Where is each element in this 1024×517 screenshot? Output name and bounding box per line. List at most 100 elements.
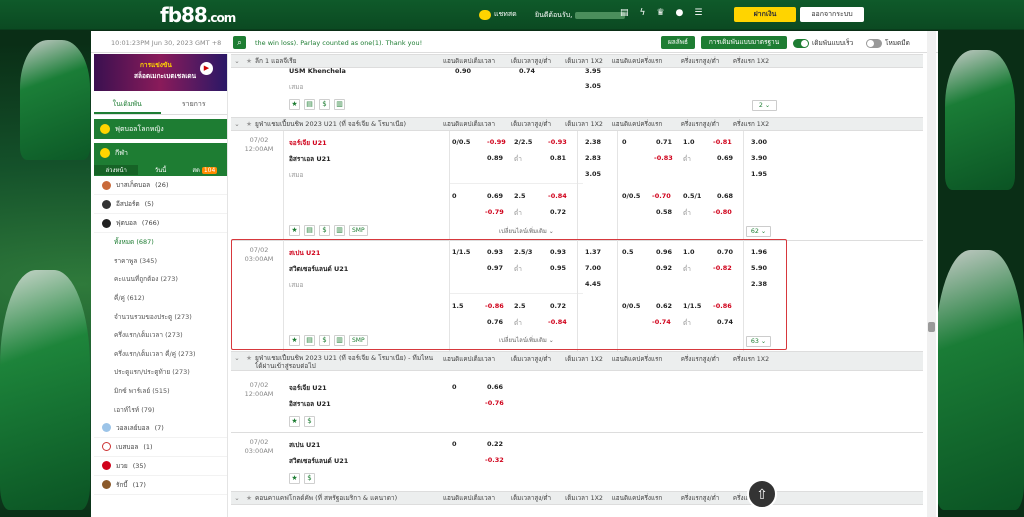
odds-value[interactable]: 1.96 xyxy=(751,248,767,256)
odds-value[interactable]: 0.96 xyxy=(656,248,672,256)
star-icon[interactable]: ★ xyxy=(243,494,255,502)
scroll-to-top-button[interactable]: ⇧ xyxy=(747,479,777,509)
sidebar-sub-item[interactable]: จำนวนรวมของประตู (273) xyxy=(94,307,227,326)
odds-value[interactable]: 1.95 xyxy=(751,170,767,178)
odds-value[interactable]: 0.72 xyxy=(550,208,566,216)
play-icon[interactable]: ▶ xyxy=(200,62,213,75)
odds-value[interactable]: -0.93 xyxy=(548,138,567,146)
odds-value[interactable]: -0.84 xyxy=(548,192,567,200)
chart-icon[interactable]: ▥ xyxy=(334,335,345,346)
chevron-down-icon[interactable]: ⌄ xyxy=(231,57,243,65)
stats-icon[interactable]: ▤ xyxy=(304,99,315,110)
sidebar-sub-item[interactable]: ราคาพูล (345) xyxy=(94,252,227,271)
dollar-icon[interactable]: $ xyxy=(319,99,330,110)
deposit-button[interactable]: ฝากเงิน xyxy=(734,7,796,22)
dollar-icon[interactable]: $ xyxy=(319,225,330,236)
scrollbar-thumb[interactable] xyxy=(928,322,935,332)
sidebar-section-worldcup[interactable]: ฟุตบอลโลกหญิง xyxy=(94,119,227,139)
league-header[interactable]: ⌄ ★ คอนคาแคฟโกลด์คัพ (ที่ สหรัฐอเมริกา & … xyxy=(231,491,923,505)
odds-value[interactable]: 0.66 xyxy=(487,383,503,391)
sidebar-section-sports[interactable]: กีฬา xyxy=(94,143,227,163)
odds-value[interactable]: 0.69 xyxy=(487,192,503,200)
dollar-icon[interactable]: $ xyxy=(304,473,315,484)
odds-value[interactable]: 1.37 xyxy=(585,248,601,256)
dollar-icon[interactable]: $ xyxy=(304,416,315,427)
odds-value[interactable]: 5.90 xyxy=(751,264,767,272)
odds-value[interactable]: 0.81 xyxy=(550,154,566,162)
sidebar-sub-item[interactable]: คะแนนที่ถูกต้อง (273) xyxy=(94,270,227,289)
odds-value[interactable]: -0.86 xyxy=(485,302,504,310)
star-icon[interactable]: ★ xyxy=(243,354,255,362)
league-header[interactable]: ⌄ ★ ยูฟ่าแชมเปี้ยนชิพ 2023 U21 (ที่ จอร์เ… xyxy=(231,351,923,371)
odds-value[interactable]: 0.68 xyxy=(717,192,733,200)
chevron-down-icon[interactable]: ⌄ xyxy=(231,354,243,362)
odds-value[interactable]: -0.70 xyxy=(652,192,671,200)
sidebar-sub-item[interactable]: ครึ่งแรก/เต็มเวลา คี่/คู่ (273) xyxy=(94,345,227,364)
smp-button[interactable]: SMP xyxy=(349,335,368,346)
odds-value[interactable]: 0.97 xyxy=(487,264,503,272)
odds-value[interactable]: -0.84 xyxy=(548,318,567,326)
profile-icon[interactable]: ● xyxy=(676,8,684,18)
star-icon[interactable]: ★ xyxy=(243,57,255,65)
odds-value[interactable]: 7.00 xyxy=(585,264,601,272)
night-mode-toggle[interactable]: โหมดมืด xyxy=(866,38,910,48)
chevron-down-icon[interactable]: ⌄ xyxy=(231,494,243,502)
toggle-switch[interactable] xyxy=(793,38,809,48)
league-header[interactable]: ⌄ ★ ยูฟ่าแชมเปี้ยนชิพ 2023 U21 (ที่ จอร์เ… xyxy=(231,117,923,131)
star-icon[interactable]: ★ xyxy=(289,99,300,110)
sidebar-item-rugby[interactable]: รักบี้ (17) xyxy=(94,476,227,495)
odds-value[interactable]: 3.90 xyxy=(751,154,767,162)
sidebar-sub-item[interactable]: ประตูแรก/ประตูท้าย (273) xyxy=(94,363,227,382)
star-icon[interactable]: ★ xyxy=(289,335,300,346)
sidebar-sub-item[interactable]: เอาท์ไรท์ (79) xyxy=(94,400,227,419)
odds-value[interactable]: 3.05 xyxy=(585,82,601,90)
more-lines-link[interactable]: เปลี่ยนไลน์เพิ่มเติม ⌄ xyxy=(499,226,554,236)
scrollbar[interactable] xyxy=(927,31,936,517)
odds-value[interactable]: 0.74 xyxy=(717,318,733,326)
tab-today[interactable]: วันนี้ xyxy=(138,165,182,175)
odds-value[interactable]: 0.93 xyxy=(550,248,566,256)
sidebar-item-boxing[interactable]: มวย (35) xyxy=(94,457,227,476)
odds-value[interactable]: 0.74 xyxy=(519,67,535,75)
odds-value[interactable]: -0.80 xyxy=(713,208,732,216)
odds-value[interactable]: -0.83 xyxy=(654,154,673,162)
tab-live[interactable]: สด 104 xyxy=(183,165,227,175)
results-button[interactable]: ผลลัพธ์ xyxy=(661,36,695,49)
sidebar-item-esports[interactable]: อีสปอร์ต (5) xyxy=(94,195,227,214)
more-markets-count[interactable]: 62 ⌄ xyxy=(746,226,771,237)
odds-value[interactable]: 0.70 xyxy=(717,248,733,256)
odds-value[interactable]: 2.38 xyxy=(751,280,767,288)
star-icon[interactable]: ★ xyxy=(289,416,300,427)
site-logo[interactable]: fb88.com xyxy=(160,3,236,27)
odds-value[interactable]: 0.72 xyxy=(550,302,566,310)
smp-button[interactable]: SMP xyxy=(349,225,368,236)
odds-value[interactable]: 0.92 xyxy=(656,264,672,272)
odds-value[interactable]: -0.79 xyxy=(485,208,504,216)
odds-value[interactable]: 3.05 xyxy=(585,170,601,178)
odds-value[interactable]: 3.00 xyxy=(751,138,767,146)
odds-value[interactable]: 0.95 xyxy=(550,264,566,272)
sidebar-sub-item[interactable]: มิกซ์ พาร์เลย์ (515) xyxy=(94,382,227,401)
odds-value[interactable]: 0.22 xyxy=(487,440,503,448)
star-icon[interactable]: ★ xyxy=(289,225,300,236)
stats-icon[interactable]: ▤ xyxy=(304,225,315,236)
odds-value[interactable]: 4.45 xyxy=(585,280,601,288)
odds-value[interactable]: -0.99 xyxy=(487,138,506,146)
star-icon[interactable]: ★ xyxy=(289,473,300,484)
bet-mode-select[interactable]: การเดิมพันแบบมาตรฐาน xyxy=(701,36,787,49)
search-icon[interactable]: ⌕ xyxy=(233,36,246,49)
odds-value[interactable]: 0.89 xyxy=(487,154,503,162)
chart-icon[interactable]: ▥ xyxy=(334,225,345,236)
card-icon[interactable]: ▤ xyxy=(620,8,629,18)
chevron-down-icon[interactable]: ⌄ xyxy=(231,120,243,128)
more-markets-count[interactable]: 63 ⌄ xyxy=(746,336,771,347)
chart-icon[interactable]: ▥ xyxy=(334,99,345,110)
odds-value[interactable]: -0.74 xyxy=(652,318,671,326)
dollar-icon[interactable]: $ xyxy=(319,335,330,346)
sidebar-item-basketball[interactable]: บาสเก็ตบอล (26) xyxy=(94,176,227,195)
odds-value[interactable]: 2.38 xyxy=(585,138,601,146)
odds-value[interactable]: 0.93 xyxy=(487,248,503,256)
odds-value[interactable]: 0.71 xyxy=(656,138,672,146)
tab-list[interactable]: รายการ xyxy=(161,93,228,114)
odds-value[interactable]: 0.62 xyxy=(656,302,672,310)
